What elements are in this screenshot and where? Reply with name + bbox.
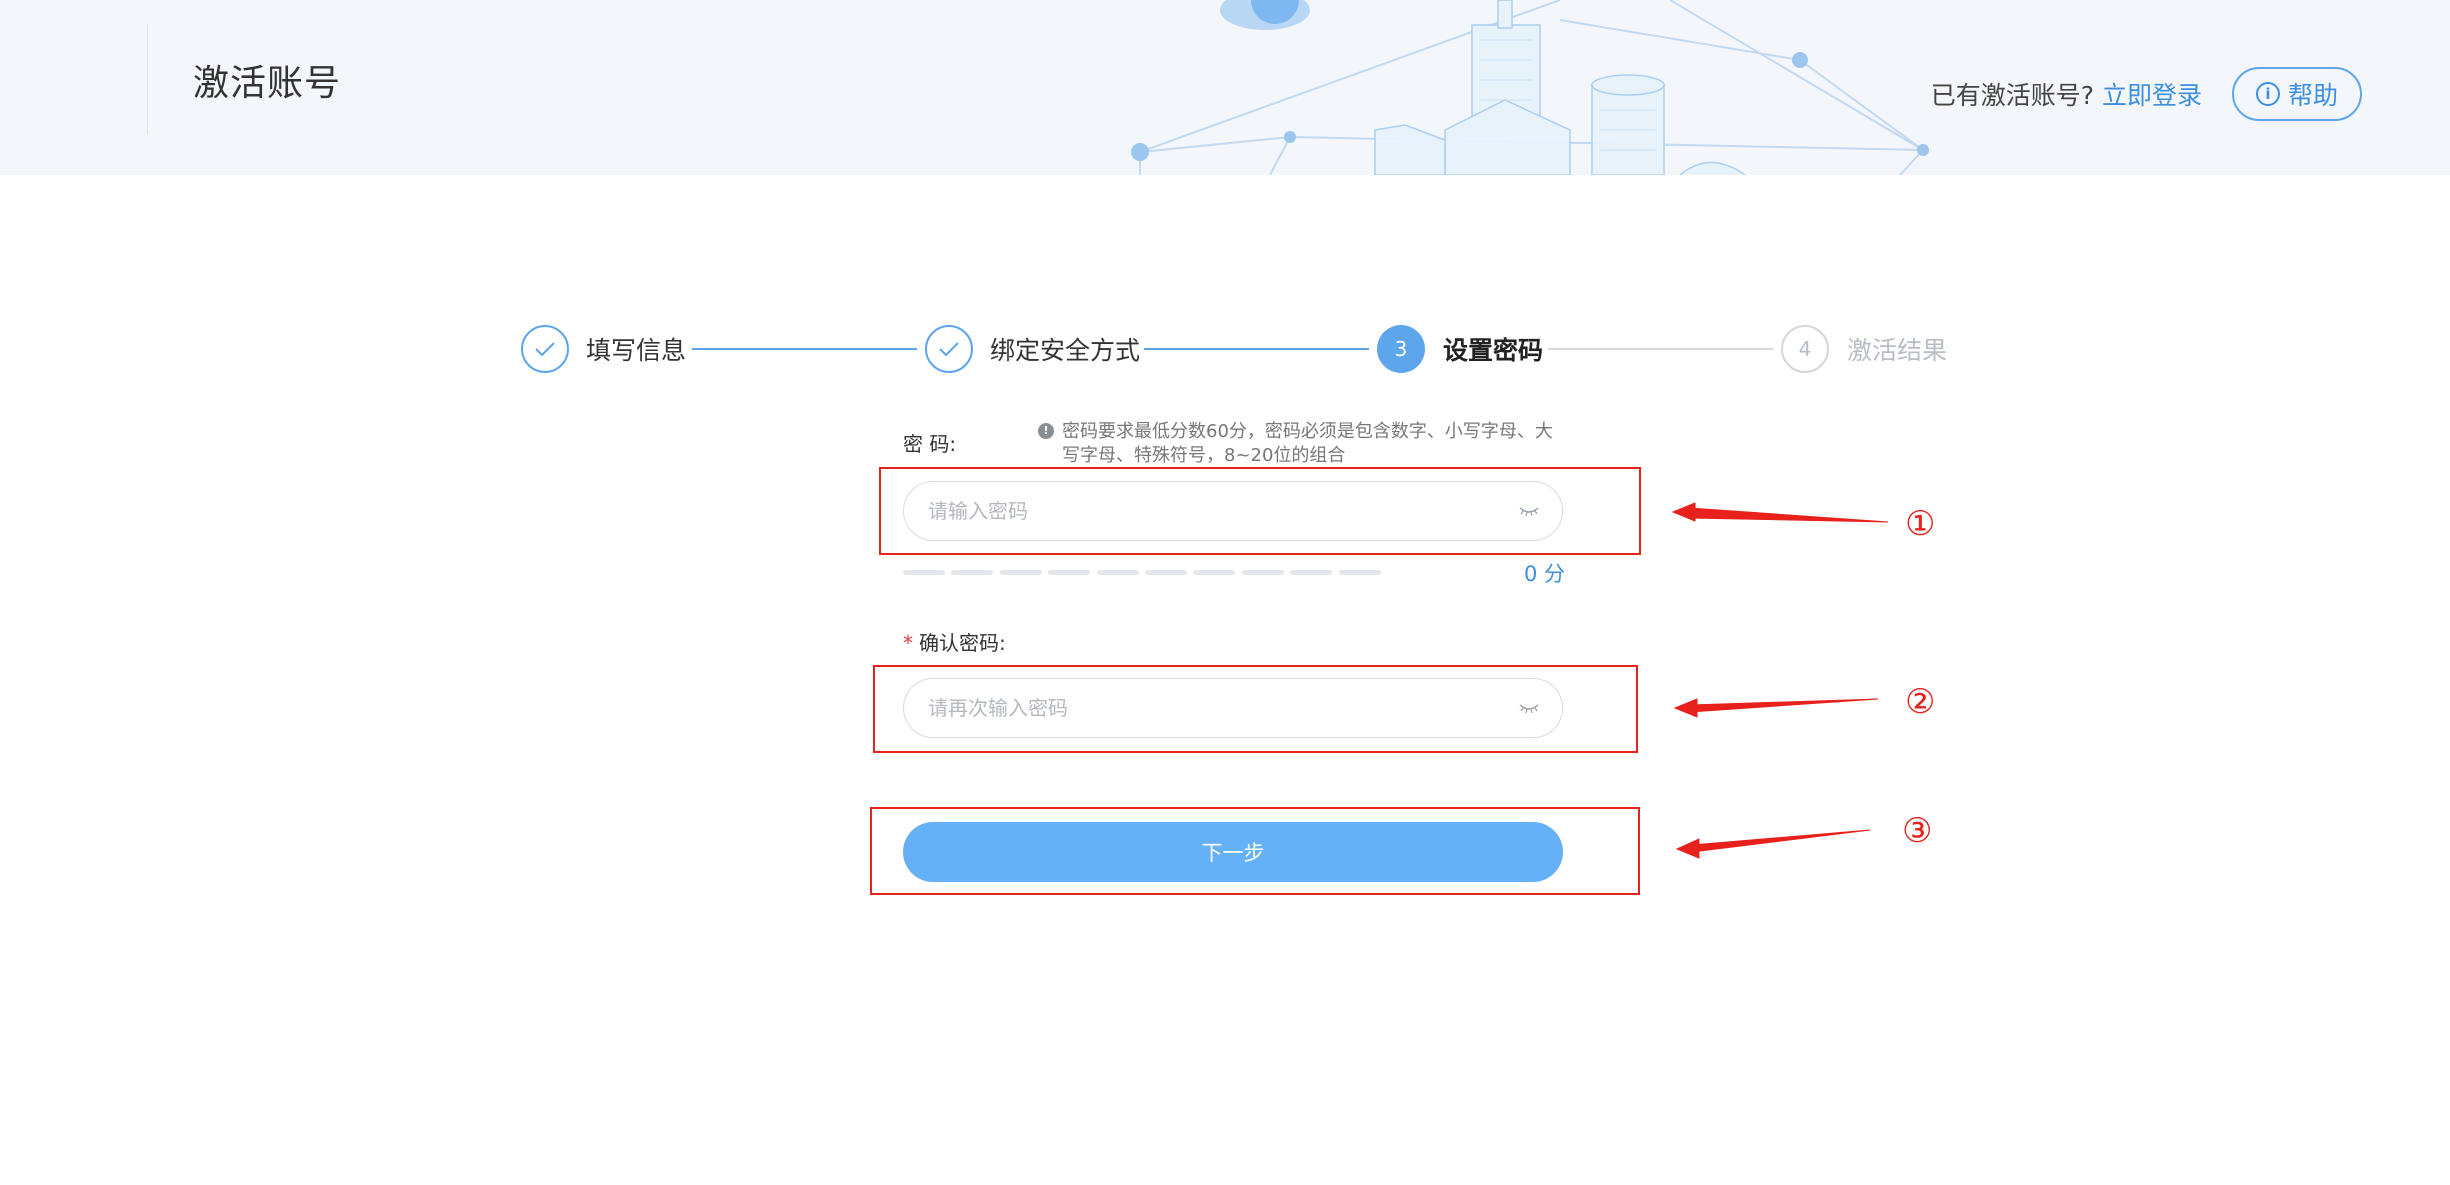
info-icon: i bbox=[2255, 82, 2280, 106]
strength-segment bbox=[1338, 570, 1381, 575]
annotation-number-2: ② bbox=[1905, 682, 1936, 722]
strength-segment bbox=[951, 570, 994, 575]
strength-segment bbox=[1241, 570, 1284, 575]
password-label: 密 码: bbox=[903, 432, 957, 456]
step-1-label: 填写信息 bbox=[586, 336, 687, 365]
strength-segment bbox=[1144, 570, 1187, 575]
annotation-box-1 bbox=[879, 467, 1641, 555]
strength-segment bbox=[903, 570, 945, 575]
step-4-indicator: 4 bbox=[1781, 325, 1829, 373]
header-divider bbox=[147, 24, 148, 134]
strength-segment bbox=[1096, 570, 1139, 575]
step-2-label: 绑定安全方式 bbox=[990, 336, 1141, 365]
step-1-indicator bbox=[521, 325, 569, 373]
annotation-arrow-2 bbox=[1675, 698, 1879, 713]
annotation-box-2 bbox=[873, 665, 1638, 753]
step-3-label: 设置密码 bbox=[1443, 336, 1544, 365]
step-connector-1 bbox=[692, 348, 917, 350]
page-title: 激活账号 bbox=[193, 63, 342, 104]
annotation-number-3: ③ bbox=[1902, 811, 1933, 851]
check-icon bbox=[939, 342, 959, 357]
strength-segment bbox=[1193, 570, 1236, 575]
annotation-arrows bbox=[1671, 502, 1889, 859]
check-icon bbox=[535, 342, 555, 357]
header-actions: 已有激活账号? 立即登录 i 帮助 bbox=[1931, 67, 2362, 121]
confirm-password-label: * 确认密码: bbox=[903, 627, 1006, 656]
step-3-indicator: 3 bbox=[1377, 325, 1425, 373]
header: 激活账号 已有激活账号? 立即登录 i 帮助 bbox=[0, 0, 2450, 175]
help-button-label: 帮助 bbox=[2287, 81, 2338, 110]
help-button[interactable]: i 帮助 bbox=[2231, 67, 2362, 121]
has-account-text: 已有激活账号? bbox=[1930, 81, 2094, 110]
strength-segment bbox=[1048, 570, 1091, 575]
strength-segment bbox=[999, 570, 1042, 575]
annotation-number-1: ① bbox=[1905, 504, 1936, 544]
annotation-arrow-3 bbox=[1677, 829, 1871, 853]
required-star: * bbox=[903, 631, 913, 655]
step-connector-3 bbox=[1548, 348, 1773, 350]
password-hint: ! 密码要求最低分数60分，密码必须是包含数字、小写字母、大写字母、特殊符号，8… bbox=[1038, 420, 1558, 468]
password-score: 0 分 bbox=[1524, 562, 1566, 586]
password-hint-text: 密码要求最低分数60分，密码必须是包含数字、小写字母、大写字母、特殊符号，8~2… bbox=[1062, 421, 1553, 466]
confirm-password-label-text: 确认密码: bbox=[919, 631, 1006, 655]
info-icon: ! bbox=[1038, 423, 1054, 439]
password-strength-meter bbox=[903, 570, 1387, 575]
annotation-box-3 bbox=[870, 807, 1640, 895]
login-link[interactable]: 立即登录 bbox=[2102, 76, 2202, 112]
step-2-indicator bbox=[925, 325, 973, 373]
annotation-arrow-1 bbox=[1672, 507, 1889, 523]
step-4-label: 激活结果 bbox=[1847, 336, 1948, 365]
strength-segment bbox=[1290, 570, 1333, 575]
step-connector-2 bbox=[1144, 348, 1369, 350]
